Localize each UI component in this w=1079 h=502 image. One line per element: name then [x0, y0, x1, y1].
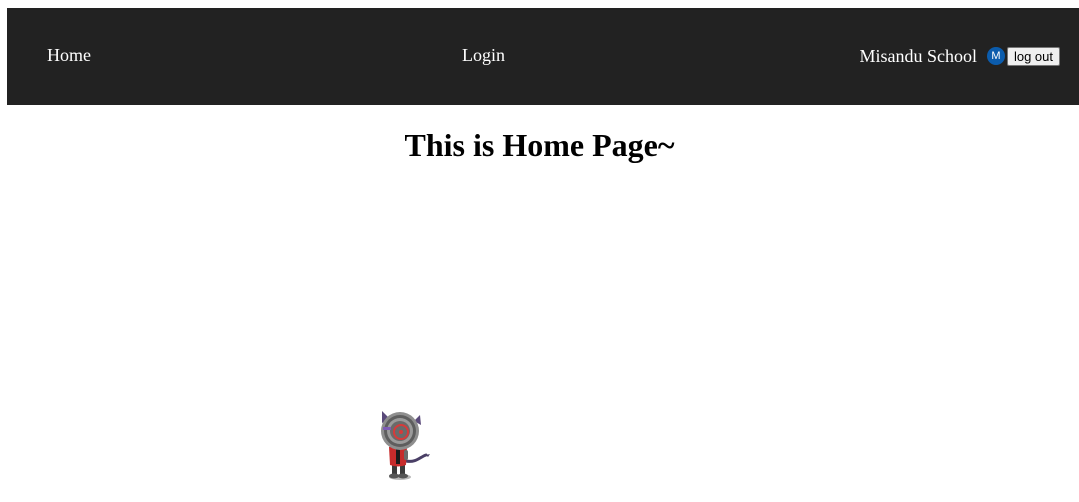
top-navbar: Home Login Misandu School M log out	[7, 8, 1079, 105]
logout-button[interactable]: log out	[1006, 46, 1060, 66]
avatar: M	[986, 47, 1005, 65]
robot-mascot-icon	[376, 407, 436, 482]
school-name: Misandu School	[859, 45, 977, 66]
nav-login-link[interactable]: Login	[462, 45, 505, 66]
nav-home-link[interactable]: Home	[47, 45, 91, 66]
page-title: This is Home Page~	[404, 127, 675, 163]
user-area: Misandu School M log out	[859, 46, 1060, 66]
